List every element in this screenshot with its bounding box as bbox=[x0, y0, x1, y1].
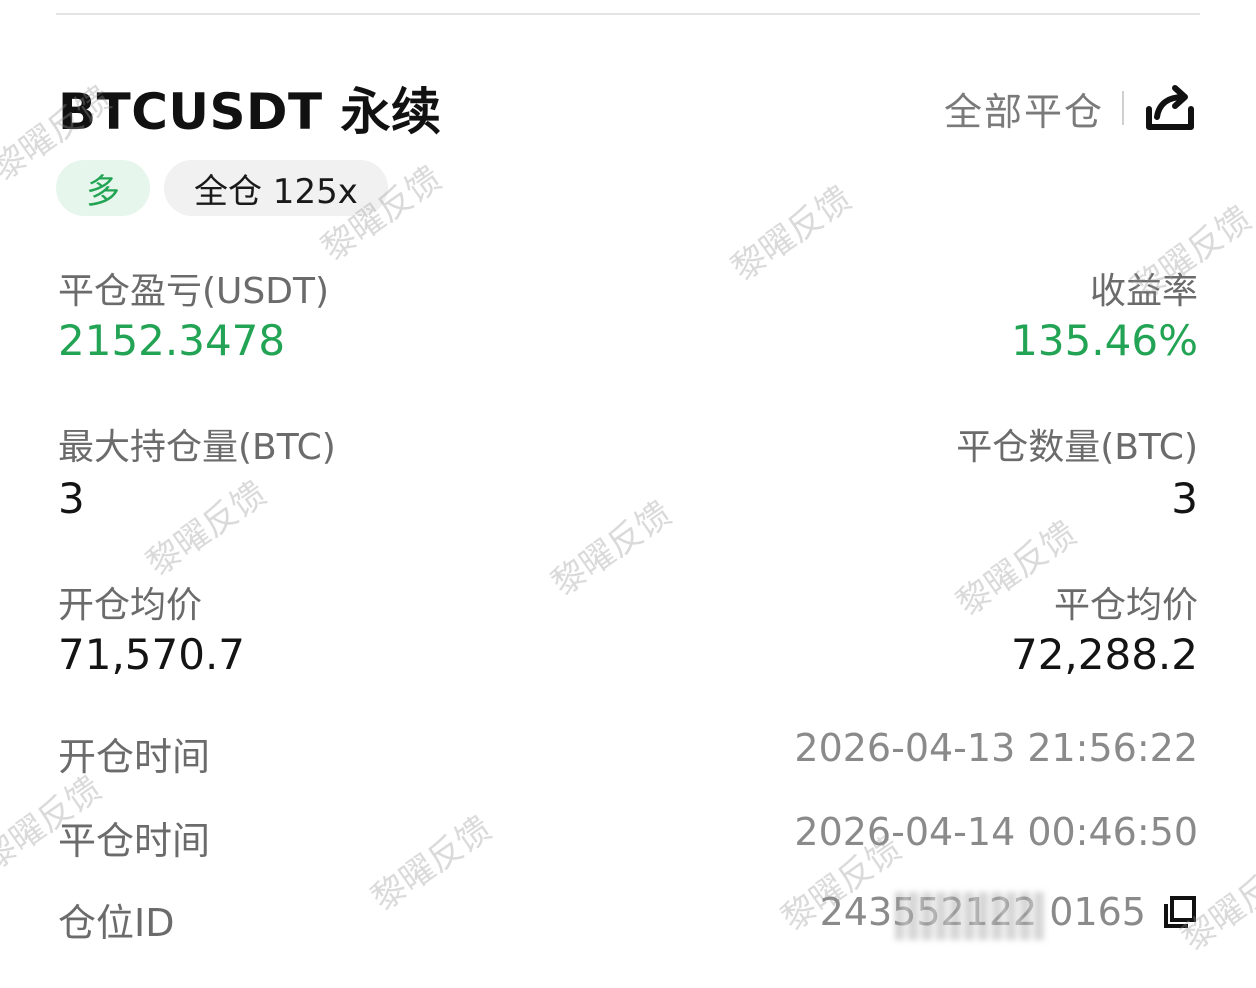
header-divider bbox=[1122, 91, 1124, 125]
close-avg-price-label: 平仓均价 bbox=[1053, 585, 1198, 626]
header-actions: 全部平仓 bbox=[944, 80, 1198, 136]
watermark: 黎曜反馈 bbox=[364, 808, 499, 920]
position-tags: 多 全仓 125x bbox=[56, 160, 388, 216]
contract-title: BTCUSDT 永续 bbox=[58, 83, 442, 141]
close-quantity-value: 3 bbox=[1171, 474, 1198, 523]
pnl-value: 2152.3478 bbox=[58, 316, 286, 365]
close-quantity-label: 平仓数量(BTC) bbox=[956, 427, 1198, 468]
open-time-label: 开仓时间 bbox=[58, 735, 211, 779]
max-position-label: 最大持仓量(BTC) bbox=[58, 427, 336, 468]
open-time-value: 2026-04-13 21:56:22 bbox=[794, 726, 1198, 770]
open-avg-price-label: 开仓均价 bbox=[58, 585, 203, 626]
share-icon[interactable] bbox=[1142, 80, 1198, 136]
margin-mode-badge: 全仓 125x bbox=[164, 160, 388, 216]
pnl-label: 平仓盈亏(USDT) bbox=[58, 271, 330, 312]
close-time-label: 平仓时间 bbox=[58, 819, 211, 863]
open-avg-price-value: 71,570.7 bbox=[58, 630, 246, 679]
close-time-value: 2026-04-14 00:46:50 bbox=[794, 810, 1198, 854]
close-all-button[interactable]: 全部平仓 bbox=[944, 81, 1104, 136]
watermark: 黎曜反馈 bbox=[139, 473, 274, 585]
copy-icon[interactable] bbox=[1162, 894, 1198, 930]
max-position-value: 3 bbox=[58, 474, 85, 523]
watermark: 黎曜反馈 bbox=[544, 493, 679, 605]
top-divider bbox=[56, 13, 1200, 15]
direction-badge: 多 bbox=[56, 160, 150, 216]
roi-value: 135.46% bbox=[1011, 316, 1198, 365]
position-id-label: 仓位ID bbox=[58, 901, 175, 945]
watermark: 黎曜反馈 bbox=[724, 178, 859, 290]
roi-label: 收益率 bbox=[1089, 271, 1198, 312]
position-detail-page: BTCUSDT 永续 全部平仓 多 全仓 125x 平仓盈亏(USDT) 收益率… bbox=[0, 0, 1256, 988]
close-avg-price-value: 72,288.2 bbox=[1010, 630, 1198, 679]
redacted-blur bbox=[895, 892, 1045, 940]
